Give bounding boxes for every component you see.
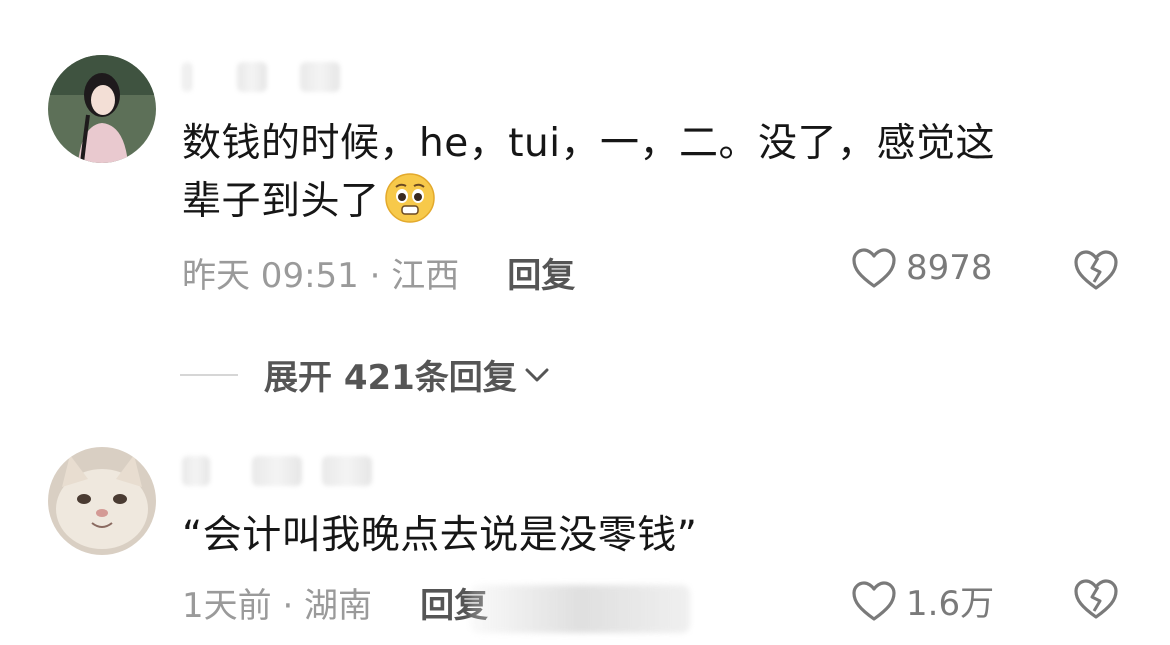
like-button[interactable]: 1.6万 [850, 576, 994, 625]
watermark-overlay [470, 585, 690, 633]
time-location: 昨天 09:51 · 江西 [182, 256, 460, 296]
like-button[interactable]: 8978 [850, 246, 993, 290]
expand-replies-button[interactable]: 展开 421条回复 [180, 350, 551, 399]
avatar[interactable] [48, 447, 156, 555]
comment-text-line-2: 辈子到头了 [182, 172, 995, 230]
comment-text: “会计叫我晚点去说是没零钱” [182, 513, 698, 558]
reply-button[interactable]: 回复 [507, 256, 575, 296]
time-location: 1天前 · 湖南 [182, 586, 373, 626]
heart-icon [852, 580, 896, 621]
username-blurred[interactable] [182, 62, 352, 92]
broken-heart-icon [1074, 579, 1118, 619]
username-blurred[interactable] [182, 456, 382, 486]
dislike-button[interactable] [1072, 577, 1120, 621]
comment-text: 数钱的时候，he，tui，一，二。没了，感觉这 辈子到头了 [182, 116, 995, 230]
avatar[interactable] [48, 55, 156, 163]
like-count: 1.6万 [906, 584, 995, 624]
expand-replies-label: 展开 421条回复 [264, 358, 517, 398]
comment-text-line-1: 数钱的时候，he，tui，一，二。没了，感觉这 [182, 121, 996, 166]
broken-heart-icon [1074, 250, 1118, 290]
dislike-button[interactable] [1072, 248, 1120, 292]
like-count: 8978 [906, 248, 993, 288]
comment-meta: 1天前 · 湖南 回复 [182, 578, 488, 627]
pleading-face-emoji-icon [384, 172, 436, 224]
heart-icon [852, 248, 896, 288]
comment-meta: 昨天 09:51 · 江西 回复 [182, 248, 575, 297]
chevron-down-icon [525, 368, 549, 381]
divider-line [180, 373, 238, 376]
